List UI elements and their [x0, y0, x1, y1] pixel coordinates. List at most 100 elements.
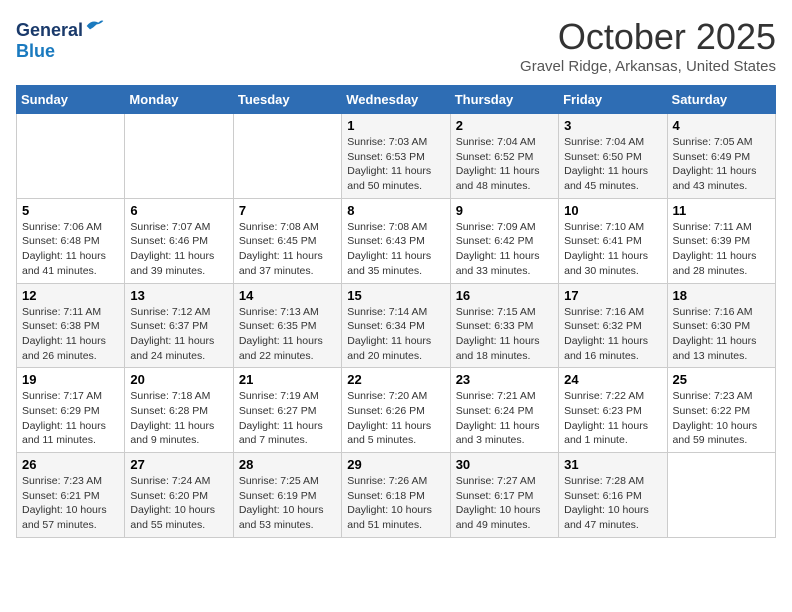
day-info: Sunrise: 7:14 AM Sunset: 6:34 PM Dayligh…: [347, 305, 444, 364]
calendar-cell: 27 Sunrise: 7:24 AM Sunset: 6:20 PM Dayli…: [125, 453, 233, 538]
day-number: 6: [130, 203, 227, 218]
header-day: Sunday: [17, 86, 125, 114]
day-number: 10: [564, 203, 661, 218]
day-info: Sunrise: 7:28 AM Sunset: 6:16 PM Dayligh…: [564, 474, 661, 533]
header-day: Wednesday: [342, 86, 450, 114]
day-number: 19: [22, 372, 119, 387]
day-number: 23: [456, 372, 553, 387]
day-number: 27: [130, 457, 227, 472]
calendar-cell: 23 Sunrise: 7:21 AM Sunset: 6:24 PM Dayli…: [450, 368, 558, 453]
header-day: Thursday: [450, 86, 558, 114]
day-info: Sunrise: 7:26 AM Sunset: 6:18 PM Dayligh…: [347, 474, 444, 533]
calendar-cell: 4 Sunrise: 7:05 AM Sunset: 6:49 PM Daylig…: [667, 114, 775, 199]
calendar-cell: 2Sunrise: 7:04 AM Sunset: 6:52 PM Daylig…: [450, 114, 558, 199]
day-number: 29: [347, 457, 444, 472]
day-number: 16: [456, 288, 553, 303]
week-row: 19 Sunrise: 7:17 AM Sunset: 6:29 PM Dayli…: [17, 368, 776, 453]
page-header: General Blue October 2025 Gravel Ridge, …: [16, 16, 776, 75]
calendar-cell: [125, 114, 233, 199]
day-number: 11: [673, 203, 770, 218]
calendar-cell: 29 Sunrise: 7:26 AM Sunset: 6:18 PM Dayli…: [342, 453, 450, 538]
day-number: 31: [564, 457, 661, 472]
week-row: 12 Sunrise: 7:11 AM Sunset: 6:38 PM Dayli…: [17, 283, 776, 368]
calendar-cell: 21 Sunrise: 7:19 AM Sunset: 6:27 PM Dayli…: [233, 368, 341, 453]
day-number: 30: [456, 457, 553, 472]
day-number: 5: [22, 203, 119, 218]
header-day: Friday: [559, 86, 667, 114]
location: Gravel Ridge, Arkansas, United States: [520, 58, 776, 75]
calendar-cell: [667, 453, 775, 538]
day-number: 20: [130, 372, 227, 387]
day-info: Sunrise: 7:06 AM Sunset: 6:48 PM Dayligh…: [22, 220, 119, 279]
day-info: Sunrise: 7:15 AM Sunset: 6:33 PM Dayligh…: [456, 305, 553, 364]
day-info: Sunrise: 7:08 AM Sunset: 6:43 PM Dayligh…: [347, 220, 444, 279]
day-number: 18: [673, 288, 770, 303]
day-number: 24: [564, 372, 661, 387]
calendar-cell: 9Sunrise: 7:09 AM Sunset: 6:42 PM Daylig…: [450, 198, 558, 283]
calendar-cell: 3Sunrise: 7:04 AM Sunset: 6:50 PM Daylig…: [559, 114, 667, 199]
calendar-cell: 14Sunrise: 7:13 AM Sunset: 6:35 PM Dayli…: [233, 283, 341, 368]
calendar-cell: 6 Sunrise: 7:07 AM Sunset: 6:46 PM Daylig…: [125, 198, 233, 283]
calendar-cell: [233, 114, 341, 199]
week-row: 26 Sunrise: 7:23 AM Sunset: 6:21 PM Dayli…: [17, 453, 776, 538]
calendar-cell: 18 Sunrise: 7:16 AM Sunset: 6:30 PM Dayli…: [667, 283, 775, 368]
calendar-cell: 22 Sunrise: 7:20 AM Sunset: 6:26 PM Dayli…: [342, 368, 450, 453]
week-row: 1 Sunrise: 7:03 AM Sunset: 6:53 PM Daylig…: [17, 114, 776, 199]
day-info: Sunrise: 7:27 AM Sunset: 6:17 PM Dayligh…: [456, 474, 553, 533]
day-info: Sunrise: 7:20 AM Sunset: 6:26 PM Dayligh…: [347, 389, 444, 448]
day-info: Sunrise: 7:05 AM Sunset: 6:49 PM Dayligh…: [673, 135, 770, 194]
day-number: 7: [239, 203, 336, 218]
day-number: 28: [239, 457, 336, 472]
day-info: Sunrise: 7:24 AM Sunset: 6:20 PM Dayligh…: [130, 474, 227, 533]
day-info: Sunrise: 7:23 AM Sunset: 6:21 PM Dayligh…: [22, 474, 119, 533]
logo-blue-text: Blue: [16, 41, 105, 62]
day-number: 12: [22, 288, 119, 303]
month-title: October 2025: [520, 16, 776, 58]
day-info: Sunrise: 7:16 AM Sunset: 6:32 PM Dayligh…: [564, 305, 661, 364]
day-number: 1: [347, 118, 444, 133]
calendar-cell: 1 Sunrise: 7:03 AM Sunset: 6:53 PM Daylig…: [342, 114, 450, 199]
calendar-cell: 8 Sunrise: 7:08 AM Sunset: 6:43 PM Daylig…: [342, 198, 450, 283]
calendar-cell: [17, 114, 125, 199]
day-number: 8: [347, 203, 444, 218]
calendar-cell: 17 Sunrise: 7:16 AM Sunset: 6:32 PM Dayli…: [559, 283, 667, 368]
day-info: Sunrise: 7:17 AM Sunset: 6:29 PM Dayligh…: [22, 389, 119, 448]
calendar-cell: 30 Sunrise: 7:27 AM Sunset: 6:17 PM Dayli…: [450, 453, 558, 538]
calendar-cell: 26 Sunrise: 7:23 AM Sunset: 6:21 PM Dayli…: [17, 453, 125, 538]
day-info: Sunrise: 7:13 AM Sunset: 6:35 PM Dayligh…: [239, 305, 336, 364]
day-info: Sunrise: 7:16 AM Sunset: 6:30 PM Dayligh…: [673, 305, 770, 364]
day-number: 17: [564, 288, 661, 303]
logo: General Blue: [16, 16, 105, 62]
day-number: 21: [239, 372, 336, 387]
calendar-table: SundayMondayTuesdayWednesdayThursdayFrid…: [16, 85, 776, 538]
day-number: 2: [456, 118, 553, 133]
day-number: 4: [673, 118, 770, 133]
day-info: Sunrise: 7:21 AM Sunset: 6:24 PM Dayligh…: [456, 389, 553, 448]
header-day: Monday: [125, 86, 233, 114]
day-number: 15: [347, 288, 444, 303]
day-info: Sunrise: 7:12 AM Sunset: 6:37 PM Dayligh…: [130, 305, 227, 364]
header-day: Saturday: [667, 86, 775, 114]
day-info: Sunrise: 7:11 AM Sunset: 6:39 PM Dayligh…: [673, 220, 770, 279]
day-info: Sunrise: 7:19 AM Sunset: 6:27 PM Dayligh…: [239, 389, 336, 448]
calendar-cell: 19 Sunrise: 7:17 AM Sunset: 6:29 PM Dayli…: [17, 368, 125, 453]
day-number: 3: [564, 118, 661, 133]
day-info: Sunrise: 7:09 AM Sunset: 6:42 PM Dayligh…: [456, 220, 553, 279]
day-info: Sunrise: 7:25 AM Sunset: 6:19 PM Dayligh…: [239, 474, 336, 533]
day-number: 26: [22, 457, 119, 472]
calendar-cell: 15 Sunrise: 7:14 AM Sunset: 6:34 PM Dayli…: [342, 283, 450, 368]
logo-bird-icon: [85, 16, 105, 36]
calendar-cell: 13Sunrise: 7:12 AM Sunset: 6:37 PM Dayli…: [125, 283, 233, 368]
calendar-cell: 12 Sunrise: 7:11 AM Sunset: 6:38 PM Dayli…: [17, 283, 125, 368]
day-number: 22: [347, 372, 444, 387]
title-block: October 2025 Gravel Ridge, Arkansas, Uni…: [520, 16, 776, 75]
day-info: Sunrise: 7:07 AM Sunset: 6:46 PM Dayligh…: [130, 220, 227, 279]
day-info: Sunrise: 7:11 AM Sunset: 6:38 PM Dayligh…: [22, 305, 119, 364]
day-info: Sunrise: 7:03 AM Sunset: 6:53 PM Dayligh…: [347, 135, 444, 194]
calendar-cell: 25Sunrise: 7:23 AM Sunset: 6:22 PM Dayli…: [667, 368, 775, 453]
calendar-cell: 20 Sunrise: 7:18 AM Sunset: 6:28 PM Dayli…: [125, 368, 233, 453]
calendar-cell: 24 Sunrise: 7:22 AM Sunset: 6:23 PM Dayli…: [559, 368, 667, 453]
day-info: Sunrise: 7:22 AM Sunset: 6:23 PM Dayligh…: [564, 389, 661, 448]
day-info: Sunrise: 7:18 AM Sunset: 6:28 PM Dayligh…: [130, 389, 227, 448]
calendar-cell: 31 Sunrise: 7:28 AM Sunset: 6:16 PM Dayli…: [559, 453, 667, 538]
